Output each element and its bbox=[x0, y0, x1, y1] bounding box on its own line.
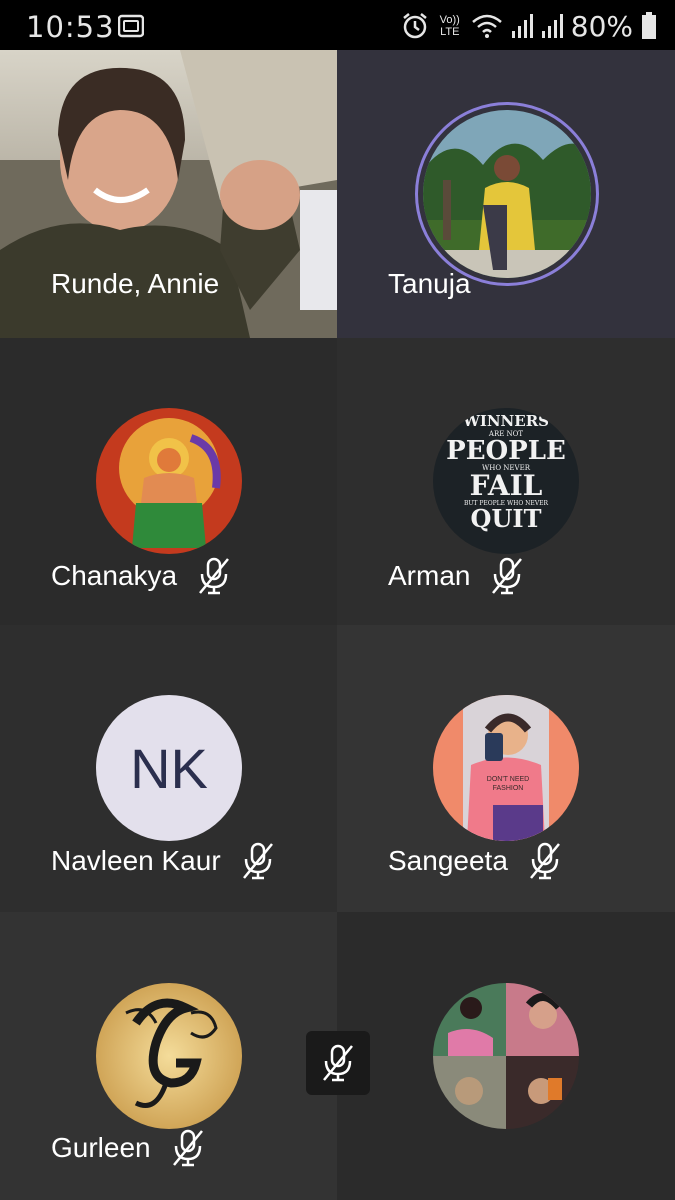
avatar bbox=[96, 408, 242, 554]
signal-icon-2 bbox=[541, 14, 563, 38]
participant-name: Gurleen bbox=[51, 1128, 205, 1168]
mic-muted-icon bbox=[199, 557, 230, 595]
mic-muted-icon bbox=[529, 842, 560, 880]
participant-name: Tanuja bbox=[388, 268, 471, 299]
status-time: 10:53 bbox=[26, 10, 115, 44]
avatar bbox=[423, 110, 591, 278]
participant-tile-8[interactable] bbox=[337, 912, 675, 1200]
signal-icon-1 bbox=[511, 14, 533, 38]
avatar-quote: WINNERS ARE NOT PEOPLE WHO NEVER FAIL BU… bbox=[446, 412, 566, 533]
avatar: DON'T NEED FASHION bbox=[433, 695, 579, 841]
avatar bbox=[96, 983, 242, 1129]
battery-icon bbox=[642, 12, 656, 39]
avatar-initials: NK bbox=[96, 695, 242, 841]
mic-muted-icon bbox=[323, 1044, 353, 1082]
participant-name: Runde, Annie bbox=[51, 268, 220, 299]
status-right: Vo)) LTE 80% bbox=[401, 8, 657, 44]
participant-name-text: Arman bbox=[388, 560, 471, 591]
alarm-icon bbox=[402, 13, 427, 39]
mic-muted-icon bbox=[242, 842, 273, 880]
volte-label: Vo)) LTE bbox=[439, 14, 460, 38]
wifi-icon bbox=[471, 14, 502, 38]
participant-name-text: Gurleen bbox=[51, 1132, 151, 1163]
participant-tile-navleen-kaur[interactable]: NK Navleen Kaur bbox=[0, 625, 337, 912]
participant-name-text: Chanakya bbox=[51, 560, 178, 591]
status-bar: 10:53 Vo)) LTE 80% bbox=[0, 0, 675, 50]
participant-tile-chanakya[interactable]: Chanakya bbox=[0, 338, 337, 625]
participant-tile-tanuja[interactable]: Tanuja bbox=[337, 50, 675, 338]
participant-name: Chanakya bbox=[51, 556, 231, 596]
participant-name-text: Navleen Kaur bbox=[51, 845, 221, 876]
screen-record-icon bbox=[118, 14, 144, 38]
participant-name: Sangeeta bbox=[388, 841, 562, 881]
battery-percent: 80% bbox=[570, 9, 633, 43]
shirt-text: DON'T NEED FASHION bbox=[486, 776, 530, 792]
participant-name: Arman bbox=[388, 556, 524, 596]
participant-name: Navleen Kaur bbox=[51, 841, 275, 881]
participant-name-text: Sangeeta bbox=[388, 845, 508, 876]
mic-muted-icon bbox=[492, 557, 523, 595]
avatar: WINNERS ARE NOT PEOPLE WHO NEVER FAIL BU… bbox=[433, 408, 579, 554]
avatar bbox=[433, 983, 579, 1129]
participant-tile-sangeeta[interactable]: DON'T NEED FASHION Sangeeta bbox=[337, 625, 675, 912]
participant-tile-arman[interactable]: WINNERS ARE NOT PEOPLE WHO NEVER FAIL BU… bbox=[337, 338, 675, 625]
mic-muted-icon bbox=[172, 1129, 203, 1167]
mute-button[interactable] bbox=[306, 1031, 370, 1095]
participant-tile-runde-annie[interactable]: Runde, Annie bbox=[0, 50, 337, 338]
participant-tile-gurleen[interactable]: Gurleen bbox=[0, 912, 337, 1200]
